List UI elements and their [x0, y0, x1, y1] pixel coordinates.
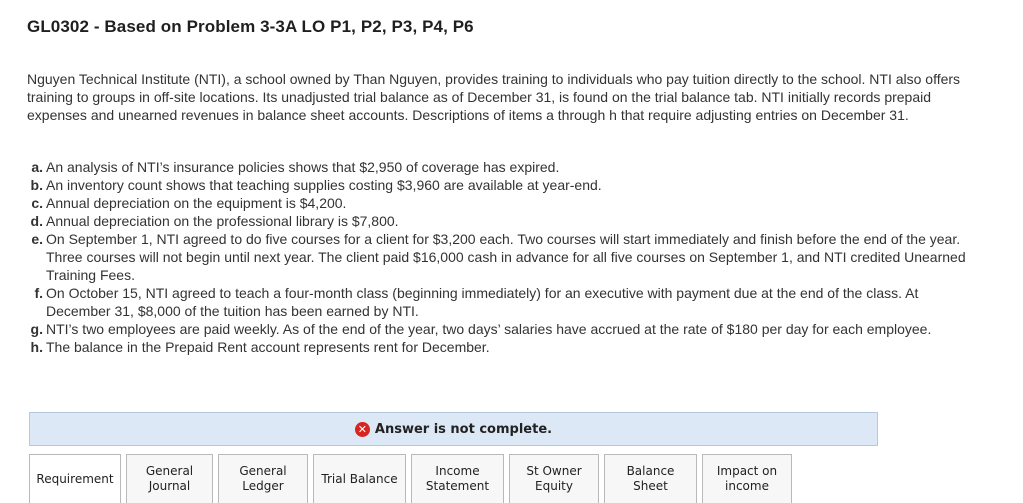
tab-balance-sheet[interactable]: Balance Sheet: [604, 454, 697, 503]
list-item: e. On September 1, NTI agreed to do five …: [27, 230, 972, 284]
item-letter: a.: [31, 159, 43, 175]
item-text: The balance in the Prepaid Rent account …: [46, 339, 490, 355]
answer-status-banner: ✕ Answer is not complete.: [29, 412, 878, 446]
item-text: On October 15, NTI agreed to teach a fou…: [46, 285, 919, 319]
tab-st-owner-equity[interactable]: St Owner Equity: [509, 454, 599, 503]
list-item: g. NTI’s two employees are paid weekly. A…: [27, 320, 972, 338]
item-letter: e.: [31, 231, 43, 247]
list-item: c. Annual depreciation on the equipment i…: [27, 194, 972, 212]
item-text: NTI’s two employees are paid weekly. As …: [46, 321, 932, 337]
list-item: b. An inventory count shows that teaching…: [27, 176, 972, 194]
adjustment-items-list: a. An analysis of NTI’s insurance policie…: [27, 158, 972, 356]
tab-trial-balance[interactable]: Trial Balance: [313, 454, 406, 503]
item-letter: c.: [31, 195, 43, 211]
error-x-icon: ✕: [354, 421, 370, 437]
answer-status-text: Answer is not complete.: [374, 421, 553, 437]
item-text: An analysis of NTI’s insurance policies …: [46, 159, 560, 175]
tab-income-statement[interactable]: Income Statement: [411, 454, 504, 503]
item-text: On September 1, NTI agreed to do five co…: [46, 231, 966, 283]
item-letter: d.: [30, 213, 43, 229]
list-item: d. Annual depreciation on the professiona…: [27, 212, 972, 230]
item-letter: b.: [30, 177, 43, 193]
item-letter: g.: [30, 321, 43, 337]
list-item: a. An analysis of NTI’s insurance policie…: [27, 158, 972, 176]
item-text: Annual depreciation on the equipment is …: [46, 195, 347, 211]
item-text: Annual depreciation on the professional …: [46, 213, 399, 229]
item-letter: h.: [30, 339, 43, 355]
tab-general-journal[interactable]: General Journal: [126, 454, 213, 503]
item-letter: f.: [34, 285, 43, 301]
list-item: f. On October 15, NTI agreed to teach a f…: [27, 284, 972, 320]
item-text: An inventory count shows that teaching s…: [46, 177, 602, 193]
list-item: h. The balance in the Prepaid Rent accoun…: [27, 338, 972, 356]
tab-general-ledger[interactable]: General Ledger: [218, 454, 308, 503]
problem-intro: Nguyen Technical Institute (NTI), a scho…: [27, 71, 961, 123]
page-title: GL0302 - Based on Problem 3-3A LO P1, P2…: [27, 17, 474, 36]
tab-requirement[interactable]: Requirement: [29, 454, 121, 503]
tab-impact-on-income[interactable]: Impact on income: [702, 454, 792, 503]
answer-tabs: Requirement General Journal General Ledg…: [29, 454, 792, 503]
